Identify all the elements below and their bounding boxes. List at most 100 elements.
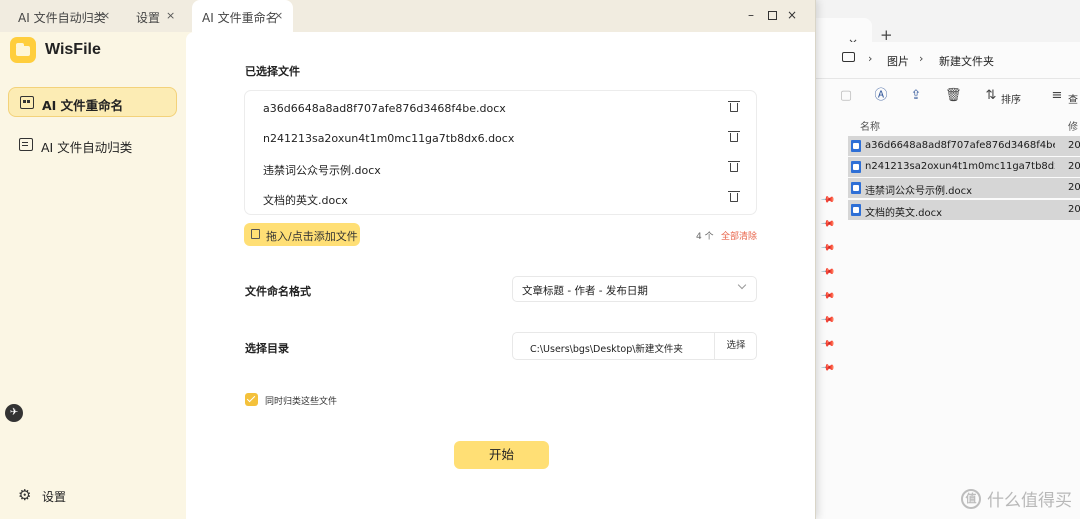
brand: WisFile — [10, 36, 101, 64]
minimize-button[interactable]: – — [744, 8, 758, 22]
monitor-icon[interactable] — [842, 52, 855, 62]
file-explorer-window: × + › 图片 › 新建文件夹 ▢ Ⓐ ⇪ 🗑 ⇅ 排序 ≡ 查 名称 修 a… — [800, 0, 1080, 519]
start-button[interactable]: 开始 — [454, 441, 549, 469]
chevron-right-icon: › — [868, 52, 873, 65]
close-icon[interactable]: × — [166, 9, 175, 22]
file-name: 文档的英文.docx — [263, 194, 348, 207]
robot-icon — [20, 96, 34, 109]
wisfile-logo-icon — [10, 37, 36, 63]
sort-button[interactable]: 排序 — [1001, 91, 1021, 106]
tab-label: AI 文件重命名 — [202, 11, 278, 25]
tab-label: 设置 — [136, 11, 161, 25]
pin-icon[interactable]: 📌 — [820, 240, 835, 255]
pin-icon[interactable]: 📌 — [820, 192, 835, 207]
add-files-label: 拖入/点击添加文件 — [266, 230, 358, 243]
clear-all-link[interactable]: 全部清除 — [721, 229, 757, 242]
sidebar-item-label: AI 文件重命名 — [42, 98, 124, 113]
maximize-button[interactable] — [768, 11, 777, 20]
naming-format-value: 文章标题 - 作者 - 发布日期 — [522, 285, 648, 297]
list-item: 违禁词公众号示例.docx — [245, 153, 756, 183]
watermark-text: 什么值得买 — [987, 491, 1072, 511]
tab-label: AI 文件自动归类 — [18, 11, 106, 25]
directory-path: C:\Users\bgs\Desktop\新建文件夹 — [530, 344, 683, 355]
sidebar-item-auto-classify[interactable]: AI 文件自动归类 — [8, 130, 177, 160]
explorer-file-name: 违禁词公众号示例.docx — [865, 186, 973, 197]
word-file-icon — [851, 140, 861, 152]
copy-icon[interactable]: ▢ — [839, 89, 853, 103]
list-item: n241213sa2oxun4t1m0mc11ga7tb8dx6.docx — [245, 123, 756, 153]
view-icon[interactable]: ≡ — [1050, 89, 1064, 103]
gear-icon: ⚙ — [18, 486, 32, 504]
view-button[interactable]: 查 — [1068, 91, 1078, 106]
sidebar-item-ai-rename[interactable]: AI 文件重命名 — [8, 87, 177, 117]
file-name: 违禁词公众号示例.docx — [263, 164, 381, 177]
explorer-file-row[interactable]: n241213sa2oxun4t1m0mc11ga7tb8dx6.do... 2… — [848, 157, 1080, 177]
title-bar: AI 文件自动归类 × 设置 × AI 文件重命名 × – × — [0, 0, 815, 32]
explorer-address-bar[interactable]: › 图片 › 新建文件夹 — [800, 42, 1080, 78]
breadcrumb-new-folder[interactable]: 新建文件夹 — [939, 53, 994, 69]
pin-icon[interactable]: 📌 — [820, 216, 835, 231]
explorer-file-row[interactable]: a36d6648a8ad8f707afe876d3468f4be.docx 20 — [848, 136, 1080, 156]
explorer-file-name: a36d6648a8ad8f707afe876d3468f4be.docx — [865, 140, 1055, 151]
directory-label: 选择目录 — [245, 342, 289, 355]
wisfile-app-window: AI 文件自动归类 × 设置 × AI 文件重命名 × – × WisFile … — [0, 0, 816, 519]
watermark-logo: 值 — [961, 488, 981, 509]
choose-directory-button[interactable]: 选择 — [714, 333, 757, 359]
list-item: a36d6648a8ad8f707afe876d3468f4be.docx — [245, 93, 756, 123]
explorer-file-date: 20 — [1068, 182, 1080, 193]
also-classify-checkbox[interactable] — [245, 393, 258, 406]
explorer-file-date: 20 — [1068, 204, 1080, 215]
trash-icon[interactable] — [728, 161, 740, 172]
close-icon[interactable]: × — [101, 9, 110, 22]
airplane-icon[interactable]: ✈ — [5, 404, 23, 422]
file-add-icon — [251, 229, 260, 239]
file-name: n241213sa2oxun4t1m0mc11ga7tb8dx6.docx — [263, 132, 515, 145]
explorer-file-date: 20 — [1068, 161, 1080, 172]
breadcrumb-pictures[interactable]: 图片 — [887, 53, 909, 69]
tab-settings[interactable]: 设置 × — [128, 0, 184, 32]
settings-label: 设置 — [42, 490, 67, 504]
column-name[interactable]: 名称 — [860, 118, 880, 133]
close-icon[interactable]: × — [274, 9, 283, 22]
trash-icon[interactable] — [728, 101, 740, 112]
explorer-body: › 图片 › 新建文件夹 ▢ Ⓐ ⇪ 🗑 ⇅ 排序 ≡ 查 名称 修 a36d6… — [800, 42, 1080, 519]
file-name: a36d6648a8ad8f707afe876d3468f4be.docx — [263, 102, 506, 115]
share-icon[interactable]: ⇪ — [909, 89, 923, 103]
chevron-down-icon — [737, 280, 747, 290]
trash-icon[interactable] — [728, 131, 740, 142]
sidebar-item-label: AI 文件自动归类 — [41, 140, 133, 155]
pin-icon[interactable]: 📌 — [820, 264, 835, 279]
list-item: 文档的英文.docx — [245, 183, 756, 213]
main-content: 已选择文件 a36d6648a8ad8f707afe876d3468f4be.d… — [186, 32, 815, 519]
rename-icon[interactable]: Ⓐ — [874, 89, 888, 103]
pin-icon[interactable]: 📌 — [820, 288, 835, 303]
word-file-icon — [851, 204, 861, 216]
explorer-file-name: n241213sa2oxun4t1m0mc11ga7tb8dx6.do... — [865, 161, 1055, 172]
sidebar: WisFile AI 文件重命名 AI 文件自动归类 ✈ ⚙ 设置 — [0, 32, 186, 519]
pin-icon[interactable]: 📌 — [820, 336, 835, 351]
explorer-file-row[interactable]: 违禁词公众号示例.docx 20 — [848, 178, 1080, 198]
pin-icon[interactable]: 📌 — [820, 360, 835, 375]
word-file-icon — [851, 182, 861, 194]
explorer-file-name: 文档的英文.docx — [865, 208, 943, 219]
explorer-toolbar: ▢ Ⓐ ⇪ 🗑 ⇅ 排序 ≡ 查 — [800, 78, 1080, 114]
word-file-icon — [851, 161, 861, 173]
directory-field[interactable]: C:\Users\bgs\Desktop\新建文件夹 选择 — [512, 332, 757, 360]
sort-icon[interactable]: ⇅ — [984, 89, 998, 103]
explorer-column-headers: 名称 修 — [800, 114, 1080, 136]
chevron-right-icon: › — [919, 52, 924, 65]
add-files-button[interactable]: 拖入/点击添加文件 — [244, 223, 360, 246]
tab-ai-rename[interactable]: AI 文件重命名 × — [192, 0, 293, 32]
file-list-icon — [19, 138, 33, 151]
selected-files-list: a36d6648a8ad8f707afe876d3468f4be.docx n2… — [244, 90, 757, 215]
tab-auto-classify[interactable]: AI 文件自动归类 × — [8, 0, 120, 32]
also-classify-label: 同时归类这些文件 — [265, 397, 338, 407]
explorer-file-row[interactable]: 文档的英文.docx 20 — [848, 200, 1080, 220]
naming-format-select[interactable]: 文章标题 - 作者 - 发布日期 — [512, 276, 757, 302]
close-window-button[interactable]: × — [785, 8, 799, 22]
column-modified[interactable]: 修 — [1068, 118, 1078, 133]
delete-icon[interactable]: 🗑 — [945, 89, 962, 103]
selected-files-heading: 已选择文件 — [245, 65, 300, 78]
pin-icon[interactable]: 📌 — [820, 312, 835, 327]
trash-icon[interactable] — [728, 191, 740, 202]
